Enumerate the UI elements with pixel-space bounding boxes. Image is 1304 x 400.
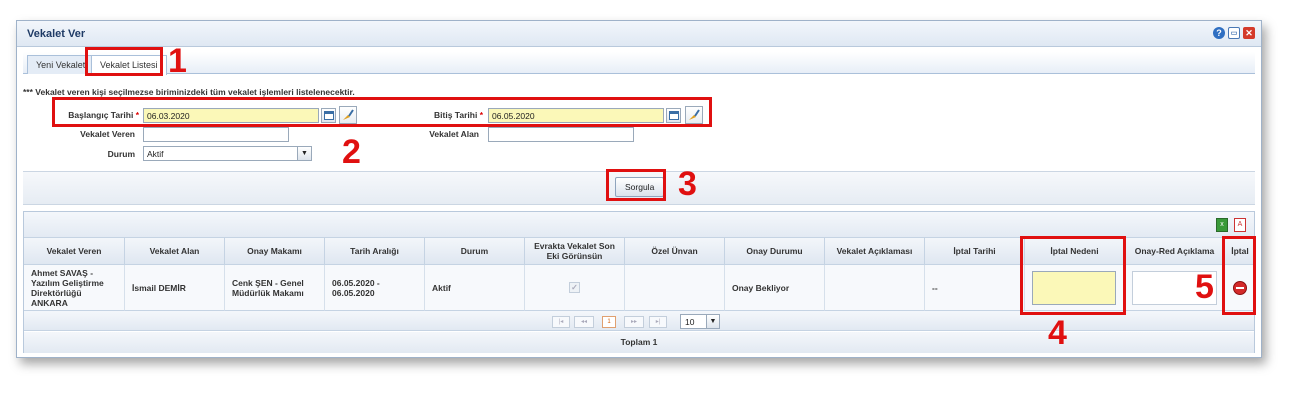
annotation-box-2 <box>52 97 712 127</box>
giver-input[interactable] <box>143 127 289 142</box>
annotation-number-5: 5 <box>1195 268 1214 306</box>
col-tarih-araligi[interactable]: Tarih Aralığı <box>325 238 425 265</box>
receiver-input[interactable] <box>488 127 634 142</box>
cell-onay-makami: Cenk ŞEN - Genel Müdürlük Makamı <box>225 265 325 311</box>
next-page-button[interactable]: ▸▸ <box>624 316 644 328</box>
col-onay-durumu[interactable]: Onay Durumu <box>725 238 825 265</box>
page-size-select[interactable]: 10 ▼ <box>680 314 720 329</box>
cell-vekalet-alan: İsmail DEMİR <box>125 265 225 311</box>
status-label: Durum <box>107 149 135 159</box>
annotation-box-5 <box>1222 236 1256 315</box>
minimize-icon[interactable]: ▭ <box>1228 27 1240 39</box>
col-vekalet-aciklamasi[interactable]: Vekalet Açıklaması <box>825 238 925 265</box>
cell-ozel-unvan <box>625 265 725 311</box>
col-vekalet-veren[interactable]: Vekalet Veren <box>24 238 125 265</box>
annotation-number-4: 4 <box>1048 314 1067 352</box>
giver-label: Vekalet Veren <box>80 129 135 139</box>
annotation-box-3 <box>606 169 666 201</box>
current-page[interactable]: 1 <box>602 316 616 328</box>
page-size-value: 10 <box>685 317 695 327</box>
col-iptal-tarihi[interactable]: İptal Tarihi <box>925 238 1025 265</box>
son-eki-checkbox[interactable]: ✓ <box>569 282 580 293</box>
info-text: *** Vekalet veren kişi seçilmezse birimi… <box>23 87 355 97</box>
status-select[interactable]: Aktif ▼ <box>143 146 312 161</box>
total-count: Toplam 1 <box>24 332 1254 353</box>
grid-toolbar: x A <box>24 212 1254 238</box>
col-durum[interactable]: Durum <box>425 238 525 265</box>
col-ozel-unvan[interactable]: Özel Ünvan <box>625 238 725 265</box>
last-page-button[interactable]: ▸| <box>649 316 667 328</box>
cell-son-eki: ✓ <box>525 265 625 311</box>
col-onay-makami[interactable]: Onay Makamı <box>225 238 325 265</box>
cell-durum: Aktif <box>425 265 525 311</box>
col-son-eki[interactable]: Evrakta Vekalet Son Eki Görünsün <box>525 238 625 265</box>
prev-page-button[interactable]: ◂◂ <box>574 316 594 328</box>
annotation-number-3: 3 <box>678 165 697 203</box>
excel-export-icon[interactable]: x <box>1216 218 1228 232</box>
chevron-down-icon[interactable]: ▼ <box>297 147 311 160</box>
annotation-box-4 <box>1020 236 1126 315</box>
cell-tarih-araligi: 06.05.2020 - 06.05.2020 <box>325 265 425 311</box>
status-selected-value: Aktif <box>147 149 164 159</box>
cell-iptal-tarihi: -- <box>925 265 1025 311</box>
annotation-box-1 <box>85 47 163 76</box>
pdf-export-icon[interactable]: A <box>1234 218 1246 232</box>
window-title: Vekalet Ver <box>27 28 86 40</box>
tab-bar: Yeni Vekalet Vekalet Listesi <box>23 52 1255 75</box>
help-icon[interactable]: ? <box>1213 27 1225 39</box>
annotation-number-1: 1 <box>168 42 187 80</box>
receiver-label: Vekalet Alan <box>429 129 479 139</box>
cell-vekalet-veren: Ahmet SAVAŞ - Yazılım Geliştirme Direktö… <box>24 265 125 311</box>
col-vekalet-alan[interactable]: Vekalet Alan <box>125 238 225 265</box>
cell-vekalet-aciklamasi <box>825 265 925 311</box>
col-onay-red-aciklama[interactable]: Onay-Red Açıklama <box>1125 238 1225 265</box>
cell-onay-durumu: Onay Bekliyor <box>725 265 825 311</box>
title-bar: Vekalet Ver ? ▭ ✕ <box>17 21 1261 47</box>
annotation-number-2: 2 <box>342 133 361 171</box>
first-page-button[interactable]: |◂ <box>552 316 570 328</box>
chevron-down-icon[interactable]: ▼ <box>706 315 719 328</box>
close-icon[interactable]: ✕ <box>1243 27 1255 39</box>
